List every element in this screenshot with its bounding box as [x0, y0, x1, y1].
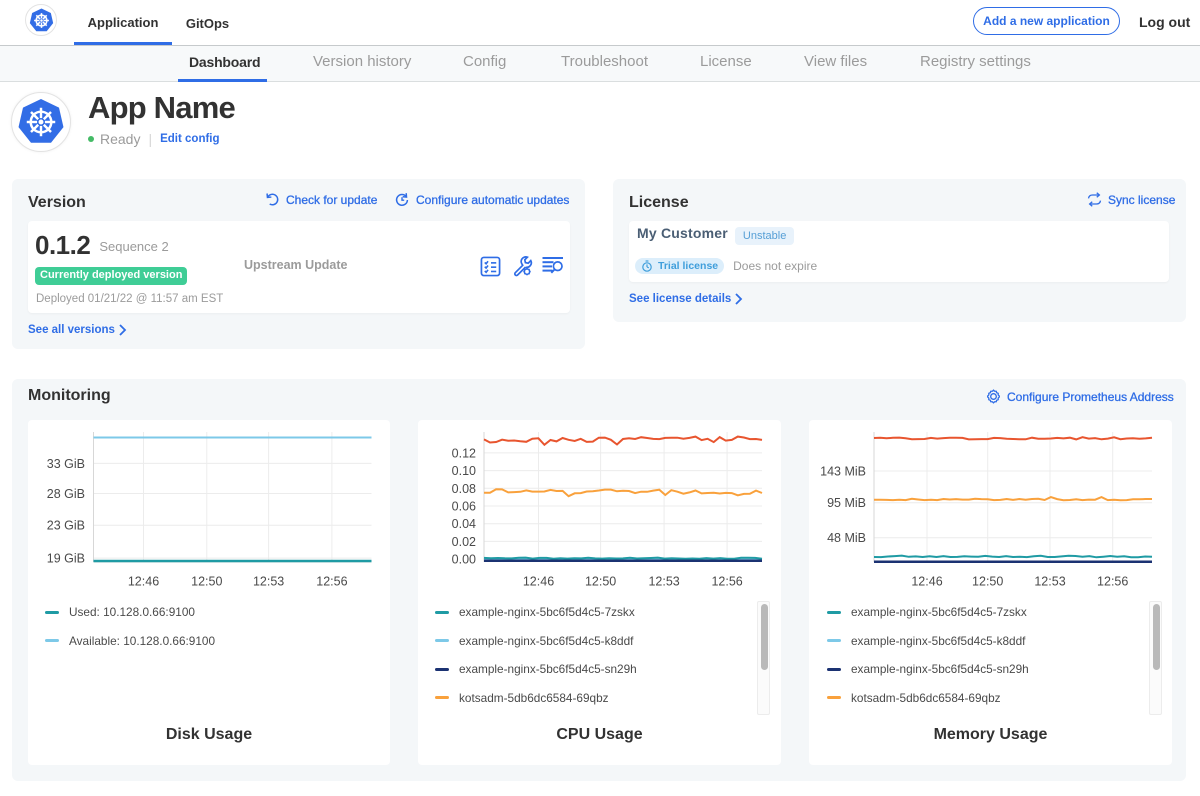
- svg-text:12:46: 12:46: [911, 575, 942, 589]
- svg-text:12:46: 12:46: [128, 575, 159, 589]
- svg-text:0.12: 0.12: [452, 446, 476, 460]
- svg-text:12:53: 12:53: [648, 575, 679, 589]
- svg-text:12:56: 12:56: [711, 575, 742, 589]
- svg-text:33 GiB: 33 GiB: [47, 457, 85, 471]
- svg-text:0.06: 0.06: [452, 500, 476, 514]
- svg-text:12:50: 12:50: [585, 575, 616, 589]
- svg-text:12:50: 12:50: [191, 575, 222, 589]
- svg-text:12:46: 12:46: [523, 575, 554, 589]
- svg-text:12:53: 12:53: [1034, 575, 1065, 589]
- svg-text:0.10: 0.10: [452, 464, 476, 478]
- svg-text:28 GiB: 28 GiB: [47, 487, 85, 501]
- svg-text:0.04: 0.04: [452, 517, 476, 531]
- svg-text:12:56: 12:56: [1097, 575, 1128, 589]
- svg-text:19 GiB: 19 GiB: [47, 552, 85, 566]
- svg-text:0.08: 0.08: [452, 482, 476, 496]
- svg-text:95 MiB: 95 MiB: [827, 496, 866, 510]
- svg-text:23 GiB: 23 GiB: [47, 519, 85, 533]
- svg-text:143 MiB: 143 MiB: [820, 465, 866, 479]
- svg-text:48 MiB: 48 MiB: [827, 531, 866, 545]
- svg-text:12:56: 12:56: [316, 575, 347, 589]
- svg-text:0.02: 0.02: [452, 535, 476, 549]
- svg-text:12:53: 12:53: [253, 575, 284, 589]
- svg-text:12:50: 12:50: [972, 575, 1003, 589]
- svg-text:0.00: 0.00: [452, 553, 476, 567]
